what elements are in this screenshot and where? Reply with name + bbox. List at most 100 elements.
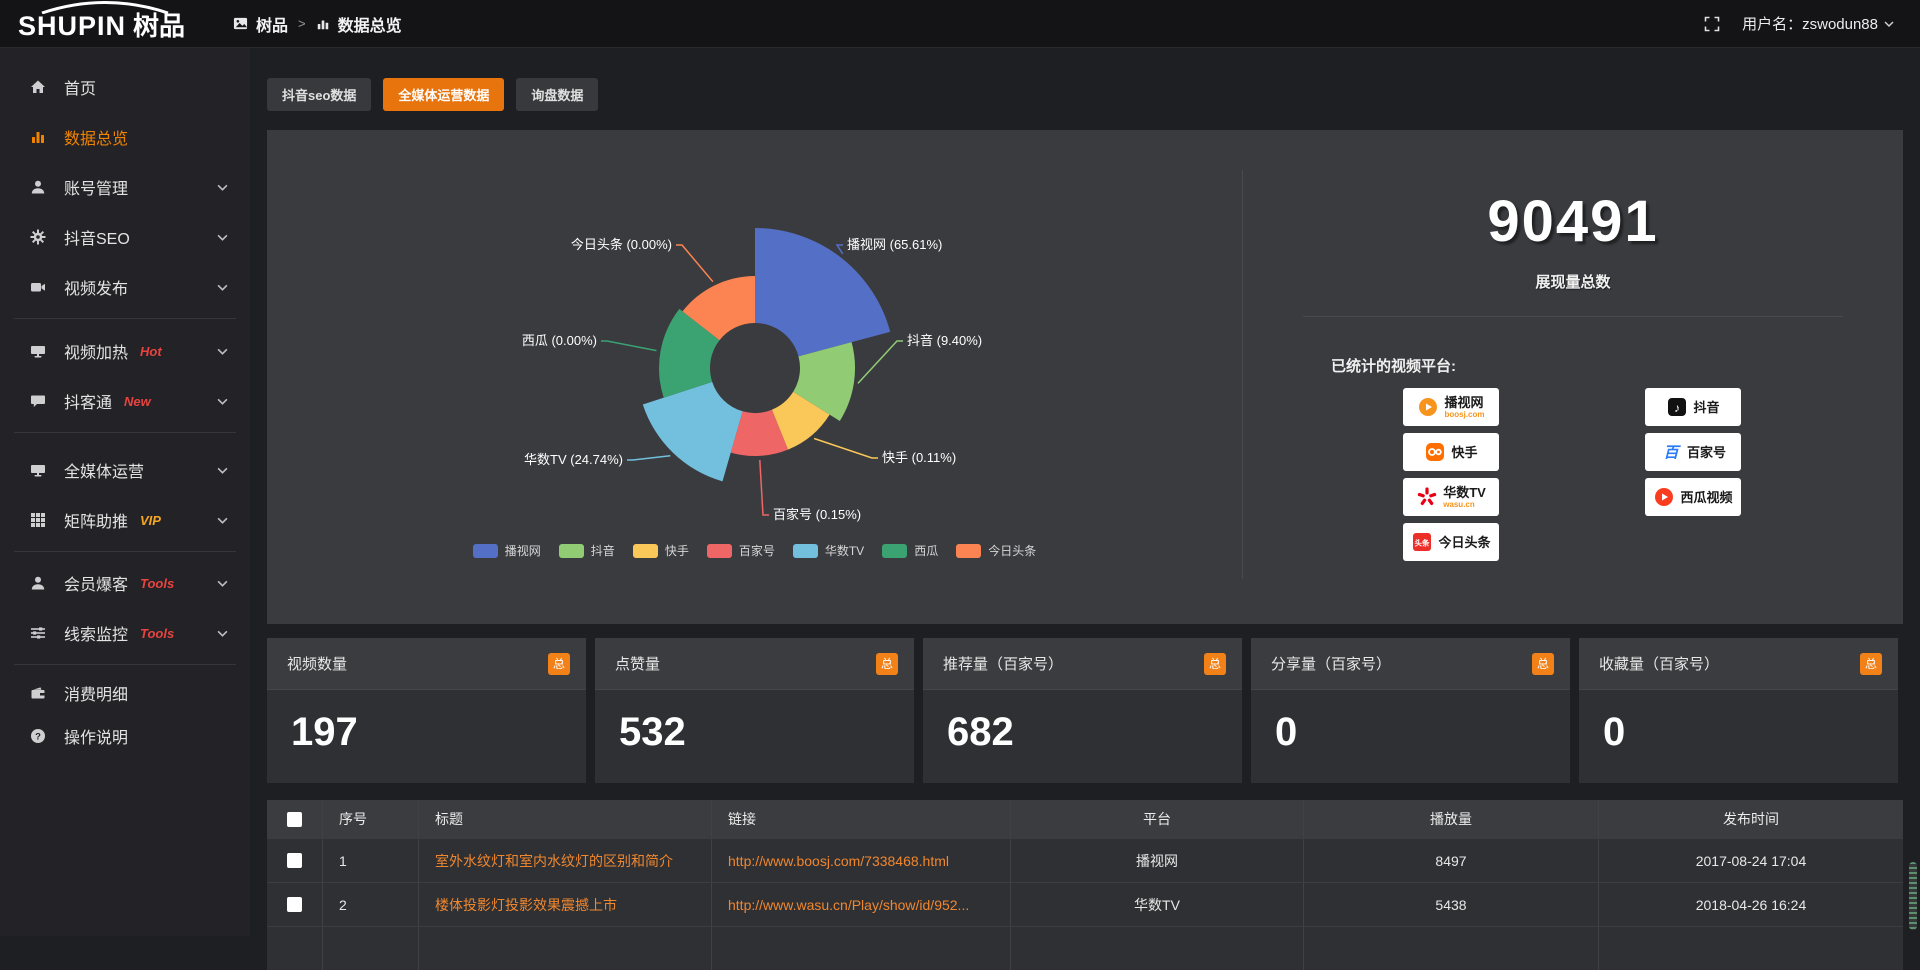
legend-swatch <box>633 544 658 558</box>
legend-item[interactable]: 百家号 <box>707 542 775 559</box>
boosj-logo-icon <box>1417 396 1439 418</box>
platform-badge-title: 华数TV <box>1443 486 1486 499</box>
platform-badge-boosj[interactable]: 播视网boosj.com <box>1403 388 1499 426</box>
breadcrumb: 树品 > 数据总览 <box>233 12 402 36</box>
sidebar-item-matrix-boost[interactable]: 矩阵助推 VIP <box>0 495 250 545</box>
total-badge[interactable]: 总 <box>1860 653 1882 675</box>
legend-item[interactable]: 播视网 <box>473 542 541 559</box>
sidebar-item-expense-detail[interactable]: 消费明细 <box>0 671 250 714</box>
legend-item[interactable]: 快手 <box>633 542 689 559</box>
pie-label: 百家号 (0.15%) <box>773 507 861 522</box>
rose-pie-chart[interactable]: 播视网 (65.61%)抖音 (9.40%)快手 (0.11%)百家号 (0.1… <box>267 130 1242 590</box>
pie-label: 华数TV (24.74%) <box>524 452 623 467</box>
platform-badge-kuaishou[interactable]: 快手 <box>1403 433 1499 471</box>
row-checkbox[interactable] <box>287 853 302 868</box>
legend-item[interactable]: 今日头条 <box>956 542 1036 559</box>
legend-label: 百家号 <box>739 542 775 559</box>
platform-badge-title: 西瓜视频 <box>1680 491 1732 504</box>
legend-label: 快手 <box>665 542 689 559</box>
sidebar-item-home[interactable]: 首页 <box>0 62 250 112</box>
chart-legend: 播视网 抖音 快手 百家号 华数TV 西瓜 今日头条 <box>267 542 1242 559</box>
tab-inquiry-data[interactable]: 询盘数据 <box>516 78 598 111</box>
platform-badge-sub: wasu.cn <box>1443 501 1486 509</box>
row-views <box>1304 927 1599 970</box>
legend-item[interactable]: 抖音 <box>559 542 615 559</box>
legend-label: 抖音 <box>591 542 615 559</box>
sidebar-item-video-publish[interactable]: 视频发布 <box>0 262 250 312</box>
baijiahao-logo-icon: 百 <box>1660 441 1682 463</box>
sidebar-item-clue-monitor[interactable]: 线索监控 Tools <box>0 608 250 658</box>
stat-card-value: 532 <box>595 690 914 755</box>
sidebar-item-label: 线索监控 <box>64 621 128 645</box>
row-url-link[interactable]: http://www.wasu.cn/Play/show/id/952... <box>712 883 1011 926</box>
sidebar-item-label: 首页 <box>64 75 96 99</box>
impressions-summary: 90491 展现量总数 已统计的视频平台: 播视网boosj.com 快手 华数… <box>1243 130 1903 624</box>
tab-douyin-seo-data[interactable]: 抖音seo数据 <box>267 78 371 111</box>
sidebar-item-label: 账号管理 <box>64 175 128 199</box>
platform-badge-baijiahao[interactable]: 百 百家号 <box>1645 433 1741 471</box>
tools-badge: Tools <box>140 576 174 591</box>
sidebar-item-help[interactable]: ? 操作说明 <box>0 714 250 757</box>
select-all-cell <box>267 800 323 838</box>
legend-label: 华数TV <box>825 542 864 559</box>
row-title-link[interactable]: 室外水纹灯和室内水纹灯的区别和简介 <box>419 839 712 882</box>
sidebar-item-douyin-seo[interactable]: 抖音SEO <box>0 212 250 262</box>
pie-label: 今日头条 (0.00%) <box>571 237 672 252</box>
total-badge[interactable]: 总 <box>1532 653 1554 675</box>
platform-badge-douyin[interactable]: ♪ 抖音 <box>1645 388 1741 426</box>
total-badge[interactable]: 总 <box>876 653 898 675</box>
fullscreen-icon[interactable] <box>1704 16 1720 32</box>
chevron-down-icon <box>217 234 228 241</box>
user-menu[interactable]: 用户名：zswodun88 <box>1742 13 1894 34</box>
app-logo[interactable]: SHUPIN 树品 <box>0 0 215 48</box>
col-platform: 平台 <box>1011 800 1304 838</box>
sidebar-item-douketong[interactable]: 抖客通 New <box>0 376 250 426</box>
col-time: 发布时间 <box>1599 800 1903 838</box>
breadcrumb-current[interactable]: 数据总览 <box>338 12 402 36</box>
sidebar-item-data-overview[interactable]: 数据总览 <box>0 112 250 162</box>
row-platform <box>1011 927 1304 970</box>
impressions-total-label: 展现量总数 <box>1243 271 1903 292</box>
chevron-down-icon <box>217 630 228 637</box>
svg-text:头条: 头条 <box>1415 538 1431 548</box>
legend-label: 播视网 <box>505 542 541 559</box>
sidebar-item-video-heat[interactable]: 视频加热 Hot <box>0 326 250 376</box>
sidebar-item-member-baoke[interactable]: 会员爆客 Tools <box>0 558 250 608</box>
chevron-down-icon <box>217 517 228 524</box>
row-url-link[interactable]: http://www.boosj.com/7338468.html <box>712 839 1011 882</box>
stat-card-label: 点赞量 <box>615 653 660 674</box>
stat-card-favorite: 收藏量（百家号）总 0 <box>1579 638 1898 783</box>
wasu-logo-icon <box>1416 486 1438 508</box>
video-table: 序号 标题 链接 平台 播放量 发布时间 1 室外水纹灯和室内水纹灯的区别和简介… <box>267 800 1903 970</box>
legend-swatch <box>882 544 907 558</box>
kuaishou-logo-icon <box>1424 441 1446 463</box>
legend-item[interactable]: 西瓜 <box>882 542 938 559</box>
total-badge[interactable]: 总 <box>1204 653 1226 675</box>
breadcrumb-chart-icon <box>316 17 330 31</box>
platform-badge-wasu[interactable]: 华数TV wasu.cn <box>1403 478 1499 516</box>
pie-label: 快手 (0.11%) <box>882 450 956 465</box>
row-checkbox-cell <box>267 839 323 882</box>
row-views: 8497 <box>1304 839 1599 882</box>
pie-slice[interactable] <box>643 382 743 482</box>
select-all-checkbox[interactable] <box>287 812 302 827</box>
col-views: 播放量 <box>1304 800 1599 838</box>
legend-swatch <box>473 544 498 558</box>
legend-item[interactable]: 华数TV <box>793 542 864 559</box>
tab-media-operation-data[interactable]: 全媒体运营数据 <box>383 78 504 111</box>
row-checkbox[interactable] <box>287 897 302 912</box>
platform-badge-xigua[interactable]: 西瓜视频 <box>1645 478 1741 516</box>
row-num: 2 <box>323 883 419 926</box>
sidebar-item-account[interactable]: 账号管理 <box>0 162 250 212</box>
breadcrumb-root[interactable]: 树品 <box>256 12 288 36</box>
row-time: 2017-08-24 17:04 <box>1599 839 1903 882</box>
scrollbar-thumb[interactable] <box>1909 862 1917 930</box>
sidebar-item-media-operation[interactable]: 全媒体运营 <box>0 445 250 495</box>
stat-card-value: 0 <box>1579 690 1898 755</box>
row-views: 5438 <box>1304 883 1599 926</box>
row-title-link[interactable]: 楼体投影灯投影效果震撼上市 <box>419 883 712 926</box>
stat-card-video-count: 视频数量总 197 <box>267 638 586 783</box>
total-badge[interactable]: 总 <box>548 653 570 675</box>
platforms-label: 已统计的视频平台: <box>1331 355 1903 376</box>
platform-badge-toutiao[interactable]: 头条 今日头条 <box>1403 523 1499 561</box>
